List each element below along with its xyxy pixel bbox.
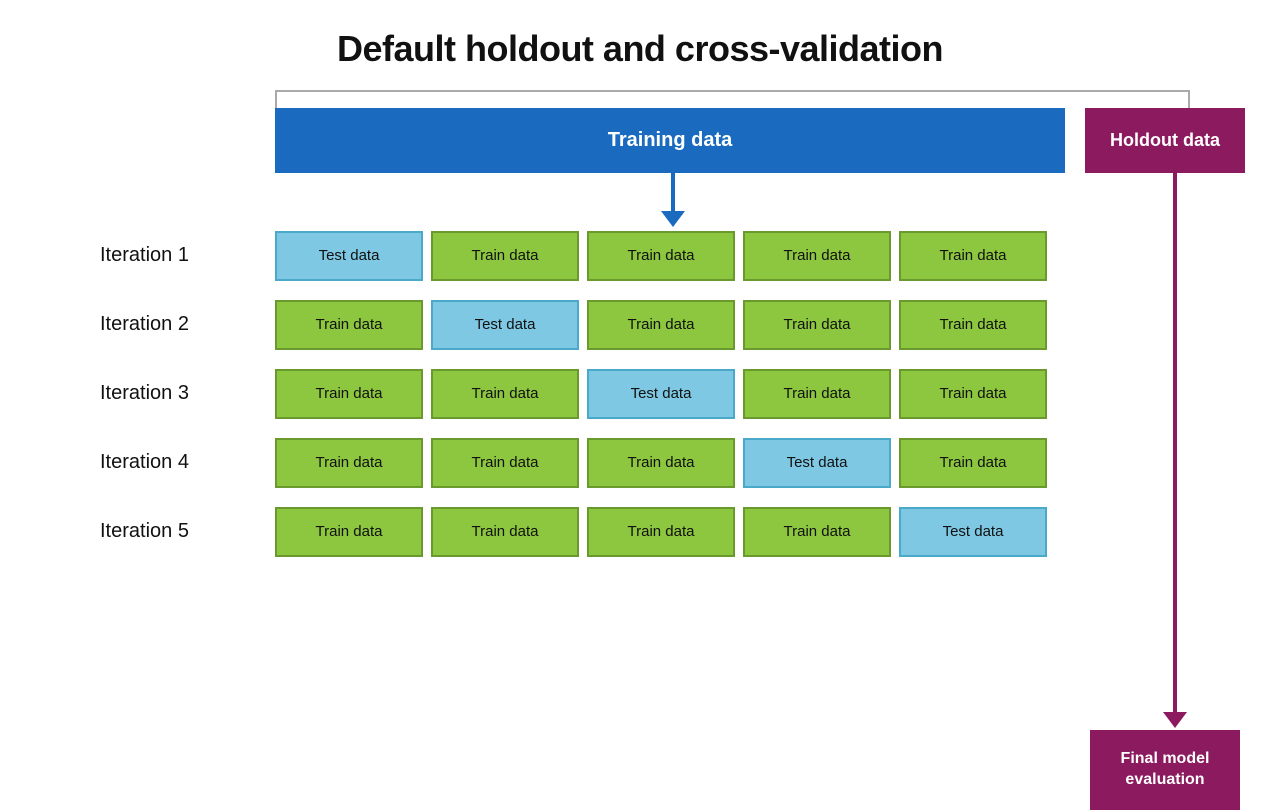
train-cell: Train data — [899, 438, 1047, 488]
test-cell: Test data — [587, 369, 735, 419]
training-arrow-down — [661, 173, 685, 228]
iteration-row: Iteration 3Train dataTrain dataTest data… — [90, 366, 1190, 421]
iteration-row: Iteration 1Test dataTrain dataTrain data… — [90, 228, 1190, 283]
cells-group-4: Train dataTrain dataTrain dataTest dataT… — [275, 438, 1047, 488]
train-cell: Train data — [587, 438, 735, 488]
iteration-row: Iteration 2Train dataTest dataTrain data… — [90, 297, 1190, 352]
iteration-label-2: Iteration 2 — [90, 313, 275, 336]
iteration-label-4: Iteration 4 — [90, 451, 275, 474]
train-cell: Train data — [743, 507, 891, 557]
diagram-container: Training data Holdout data Final modelev… — [90, 90, 1190, 100]
train-cell: Train data — [899, 231, 1047, 281]
train-cell: Train data — [275, 507, 423, 557]
train-cell: Train data — [431, 438, 579, 488]
train-cell: Train data — [899, 300, 1047, 350]
train-cell: Train data — [275, 438, 423, 488]
train-cell: Train data — [899, 369, 1047, 419]
iteration-label-5: Iteration 5 — [90, 520, 275, 543]
cells-group-5: Train dataTrain dataTrain dataTrain data… — [275, 507, 1047, 557]
cells-group-2: Train dataTest dataTrain dataTrain dataT… — [275, 300, 1047, 350]
final-model-box: Final modelevaluation — [1090, 730, 1240, 810]
holdout-arrow-head — [1163, 712, 1187, 728]
iteration-label-1: Iteration 1 — [90, 244, 275, 267]
arrow-head — [661, 211, 685, 227]
train-cell: Train data — [431, 369, 579, 419]
training-bar: Training data — [275, 108, 1065, 173]
train-cell: Train data — [275, 300, 423, 350]
iteration-label-3: Iteration 3 — [90, 382, 275, 405]
train-cell: Train data — [743, 231, 891, 281]
test-cell: Test data — [431, 300, 579, 350]
train-cell: Train data — [431, 507, 579, 557]
iteration-row: Iteration 4Train dataTrain dataTrain dat… — [90, 435, 1190, 490]
arrow-shaft — [671, 173, 675, 211]
test-cell: Test data — [275, 231, 423, 281]
train-cell: Train data — [743, 300, 891, 350]
train-cell: Train data — [431, 231, 579, 281]
cells-group-1: Test dataTrain dataTrain dataTrain dataT… — [275, 231, 1047, 281]
test-cell: Test data — [743, 438, 891, 488]
train-cell: Train data — [587, 507, 735, 557]
page-title: Default holdout and cross-validation — [0, 0, 1280, 90]
train-cell: Train data — [587, 300, 735, 350]
train-cell: Train data — [275, 369, 423, 419]
cells-group-3: Train dataTrain dataTest dataTrain dataT… — [275, 369, 1047, 419]
bracket-line — [275, 90, 1190, 108]
train-cell: Train data — [587, 231, 735, 281]
train-cell: Train data — [743, 369, 891, 419]
holdout-bar: Holdout data — [1085, 108, 1245, 173]
iteration-row: Iteration 5Train dataTrain dataTrain dat… — [90, 504, 1190, 559]
iterations-area: Iteration 1Test dataTrain dataTrain data… — [90, 228, 1190, 573]
test-cell: Test data — [899, 507, 1047, 557]
